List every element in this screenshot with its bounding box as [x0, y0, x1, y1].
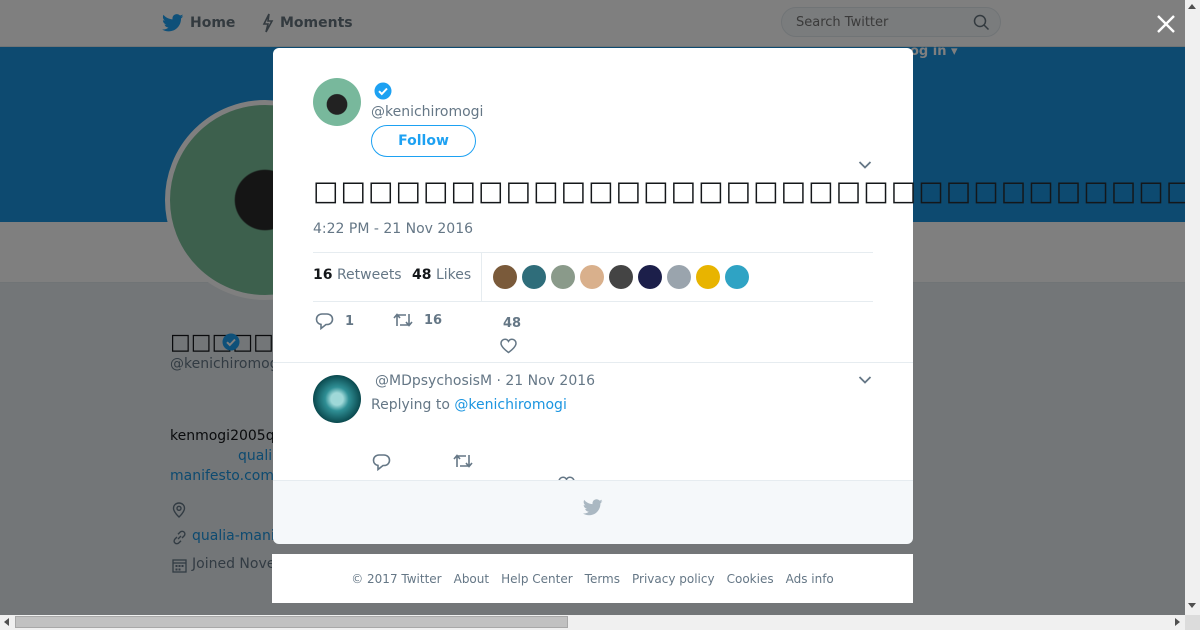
close-icon[interactable] — [1154, 12, 1178, 36]
liker-avatar[interactable] — [725, 265, 749, 289]
tweet-text: □□□□□□□□□□□□□□□□□□□□□□□□□□□□□□□□□□□□□□□□… — [313, 176, 1188, 207]
retweet-stat-label: Retweets — [336, 267, 402, 283]
footer-link-help-center[interactable]: Help Center — [501, 572, 573, 586]
tweet-actions: 1 16 48 — [313, 312, 873, 356]
liker-avatar[interactable] — [667, 265, 691, 289]
reply-count: 1 — [345, 313, 355, 329]
heart-icon[interactable] — [500, 338, 517, 354]
reply-icon[interactable] — [372, 453, 391, 471]
liker-avatar[interactable] — [493, 265, 517, 289]
retweet-icon — [393, 313, 413, 327]
footer-link-terms[interactable]: Terms — [585, 572, 620, 586]
twitter-bird-icon — [583, 499, 603, 516]
footer-link-cookies[interactable]: Cookies — [727, 572, 774, 586]
scrollbar-corner — [1185, 615, 1200, 630]
liker-avatar[interactable] — [609, 265, 633, 289]
site-footer: © 2017 Twitter About Help Center Terms P… — [272, 554, 913, 603]
tweet-permalink-modal: @kenichiromogi Follow □□□□□□□□□□□□□□□□□□… — [273, 48, 1188, 544]
liker-avatar[interactable] — [580, 265, 604, 289]
reply-button[interactable]: 1 — [315, 312, 354, 330]
tweet-author-avatar[interactable] — [313, 78, 361, 126]
footer-link-ads-info[interactable]: Ads info — [786, 572, 834, 586]
liker-avatar[interactable] — [638, 265, 662, 289]
vertical-scrollbar[interactable] — [1185, 0, 1200, 615]
chevron-down-icon[interactable] — [858, 375, 872, 385]
horizontal-scrollbar[interactable] — [0, 615, 1185, 630]
reply-tweet[interactable]: @MDpsychosisM · 21 Nov 2016 Replying to … — [273, 363, 913, 492]
follow-button[interactable]: Follow — [371, 125, 476, 157]
tweet-stats: 16 Retweets 48 Likes — [313, 252, 873, 302]
like-stat-label: Likes — [435, 267, 472, 283]
retweet-stat-count: 16 — [313, 267, 333, 283]
footer-link-privacy[interactable]: Privacy policy — [632, 572, 715, 586]
tweet-author-handle[interactable]: @kenichiromogi — [371, 104, 483, 120]
replying-to-line: Replying to @kenichiromogi — [371, 397, 567, 413]
scroll-right-arrow-icon[interactable] — [1175, 618, 1180, 626]
horizontal-scrollbar-thumb[interactable] — [15, 616, 568, 628]
reply-icon — [315, 313, 334, 330]
scroll-up-arrow-icon[interactable] — [1188, 4, 1196, 9]
retweet-icon[interactable] — [453, 453, 473, 469]
chevron-down-icon[interactable] — [858, 160, 872, 170]
likers-avatar-list — [493, 265, 754, 289]
liker-avatar[interactable] — [522, 265, 546, 289]
retweet-button[interactable]: 16 — [393, 312, 442, 328]
reply-author-avatar[interactable] — [313, 375, 361, 423]
liker-avatar[interactable] — [551, 265, 575, 289]
retweet-stat[interactable]: 16 Retweets — [313, 267, 402, 283]
replying-to-link[interactable]: @kenichiromogi — [454, 397, 566, 413]
liker-avatar[interactable] — [696, 265, 720, 289]
footer-copyright: © 2017 Twitter — [351, 571, 442, 586]
like-stat[interactable]: 48 Likes — [412, 267, 471, 283]
scroll-down-arrow-icon[interactable] — [1188, 603, 1196, 608]
like-stat-count: 48 — [412, 267, 432, 283]
stat-divider — [481, 253, 482, 301]
tweet-timestamp[interactable]: 4:22 PM - 21 Nov 2016 — [313, 221, 473, 237]
reply-header[interactable]: @MDpsychosisM · 21 Nov 2016 — [375, 373, 595, 389]
like-count: 48 — [503, 316, 522, 331]
modal-footer — [273, 480, 913, 544]
verified-badge-icon — [374, 82, 392, 100]
scroll-left-arrow-icon[interactable] — [4, 618, 9, 626]
replying-to-prefix: Replying to — [371, 397, 450, 413]
retweet-count: 16 — [424, 312, 443, 328]
footer-link-about[interactable]: About — [454, 572, 489, 586]
